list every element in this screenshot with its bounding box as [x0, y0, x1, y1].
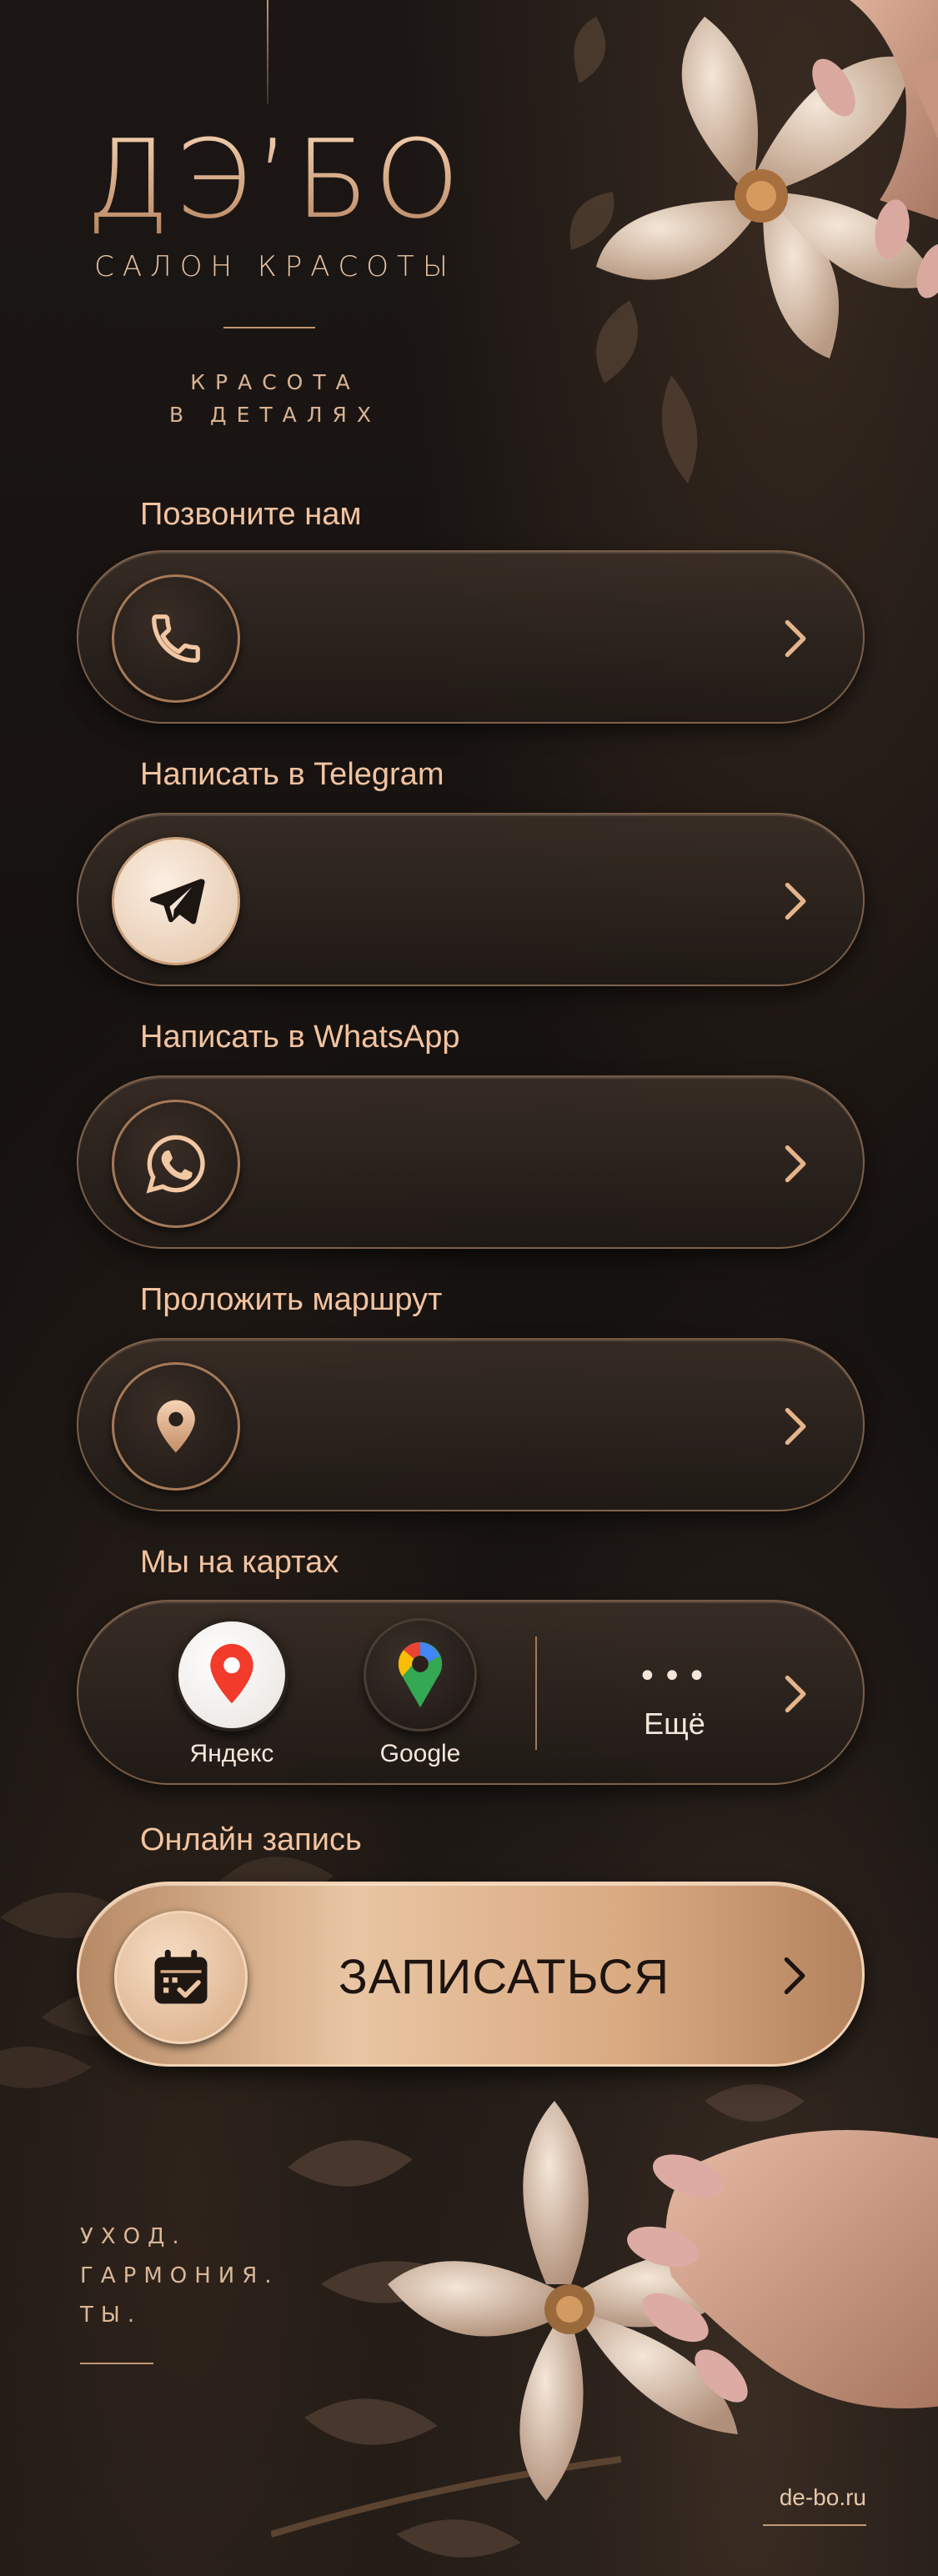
telegram-icon — [112, 837, 240, 965]
motto-line-3: ТЫ. — [80, 2302, 143, 2328]
telegram-button[interactable] — [77, 813, 865, 986]
chevron-right-icon[interactable] — [773, 1672, 816, 1716]
motto-line-1: УХОД. — [80, 2224, 187, 2249]
tagline-line-2: В ДЕТАЛЯХ — [168, 402, 382, 427]
more-maps-button[interactable]: ••• Ещё — [612, 1657, 737, 1742]
route-button[interactable] — [77, 1338, 865, 1511]
book-appointment-label: ЗАПИСАТЬСЯ — [338, 1949, 670, 2004]
whatsapp-button[interactable] — [77, 1075, 865, 1249]
website-underline — [763, 2524, 866, 2526]
google-label: Google — [379, 1740, 461, 1767]
chevron-right-icon — [785, 1407, 806, 1446]
calendar-check-icon — [114, 1911, 248, 2044]
phone-icon — [112, 574, 240, 703]
booking-label: Онлайн запись — [140, 1822, 362, 1857]
top-decorative-line — [267, 0, 268, 104]
more-label: Ещё — [644, 1706, 705, 1741]
book-appointment-button[interactable]: ЗАПИСАТЬСЯ — [77, 1882, 865, 2067]
chevron-right-icon — [785, 882, 806, 920]
yandex-label: Яндекс — [189, 1740, 274, 1767]
route-label: Проложить маршрут — [140, 1282, 443, 1317]
flower-hand-decoration — [569, 0, 938, 484]
yandex-maps-button[interactable]: Яндекс — [173, 1618, 290, 1768]
more-dots-icon: ••• — [637, 1657, 712, 1696]
maps-panel: Яндекс Google ••• Ещё — [77, 1600, 865, 1785]
google-maps-icon — [364, 1618, 477, 1732]
brand-logo: ДЭ’БО — [67, 125, 484, 233]
whatsapp-icon — [112, 1100, 240, 1228]
motto-line-2: ГАРМОНИЯ. — [80, 2263, 279, 2288]
brand-subtitle: САЛОН КРАСОТЫ — [94, 250, 456, 283]
chevron-right-icon — [785, 1145, 806, 1183]
chevron-right-icon — [785, 619, 806, 658]
whatsapp-label: Написать в WhatsApp — [140, 1020, 460, 1055]
chevron-right-icon — [784, 1957, 805, 1995]
yandex-maps-icon — [175, 1618, 288, 1732]
motto-underline — [80, 2363, 153, 2364]
brand-tagline: КРАСОТА В ДЕТАЛЯХ — [67, 367, 484, 432]
google-maps-button[interactable]: Google — [362, 1618, 479, 1768]
call-button[interactable] — [77, 550, 865, 724]
call-label: Позвоните нам — [140, 497, 362, 532]
website-link[interactable]: de-bo.ru — [780, 2484, 866, 2511]
footer-motto: УХОД. ГАРМОНИЯ. ТЫ. — [80, 2218, 279, 2334]
tagline-line-1: КРАСОТА — [190, 370, 360, 394]
page: ДЭ’БО САЛОН КРАСОТЫ КРАСОТА В ДЕТАЛЯХ По… — [0, 0, 938, 2576]
location-pin-icon — [112, 1362, 240, 1491]
header-divider — [223, 327, 315, 328]
maps-label: Мы на картах — [140, 1545, 339, 1580]
telegram-label: Написать в Telegram — [140, 757, 444, 792]
maps-separator — [535, 1636, 537, 1750]
